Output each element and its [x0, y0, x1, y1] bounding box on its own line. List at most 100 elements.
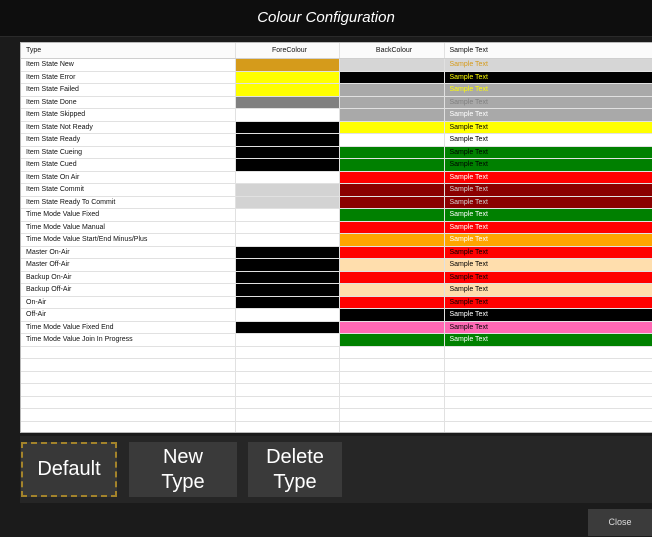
forecolour-swatch[interactable]: [235, 246, 340, 259]
forecolour-swatch[interactable]: [235, 308, 340, 322]
row-type-cell[interactable]: Item State Skipped: [21, 108, 236, 122]
row-type-cell[interactable]: Backup Off-Air: [21, 283, 236, 297]
table-row[interactable]: Item State On Air Sample Text: [21, 171, 652, 184]
row-type-cell[interactable]: Backup On-Air: [21, 271, 236, 284]
forecolour-swatch[interactable]: [235, 196, 340, 209]
forecolour-swatch[interactable]: [235, 271, 340, 284]
row-type-cell[interactable]: Item State Commit: [21, 183, 236, 197]
forecolour-swatch[interactable]: [235, 233, 340, 247]
table-row[interactable]: Item State Done Sample Text: [21, 96, 652, 109]
row-type-cell[interactable]: Item State Ready To Commit: [21, 196, 236, 209]
row-type-cell[interactable]: Item State Cueing: [21, 146, 236, 159]
row-type-cell[interactable]: Off-Air: [21, 308, 236, 322]
close-button[interactable]: Close: [588, 509, 652, 536]
forecolour-swatch[interactable]: [235, 108, 340, 122]
forecolour-swatch[interactable]: [235, 296, 340, 309]
row-type-cell[interactable]: Item State Failed: [21, 83, 236, 97]
column-header-sample-text[interactable]: Sample Text: [444, 43, 652, 59]
row-type-cell[interactable]: Time Mode Value Fixed: [21, 208, 236, 222]
table-row[interactable]: Master Off-Air Sample Text: [21, 258, 652, 272]
backcolour-swatch[interactable]: [339, 83, 445, 97]
table-row[interactable]: Item State Cued Sample Text: [21, 158, 652, 172]
row-type-cell[interactable]: Master Off-Air: [21, 258, 236, 272]
forecolour-swatch[interactable]: [235, 121, 340, 134]
table-row[interactable]: Time Mode Value Start/End Minus/Plus Samp…: [21, 233, 652, 247]
backcolour-swatch[interactable]: [339, 333, 445, 347]
forecolour-swatch[interactable]: [235, 283, 340, 297]
row-type-cell[interactable]: Item State Done: [21, 96, 236, 109]
table-row[interactable]: Time Mode Value Join In Progress Sample T…: [21, 333, 652, 347]
backcolour-swatch[interactable]: [339, 158, 445, 172]
table-row[interactable]: Time Mode Value Fixed Sample Text: [21, 208, 652, 222]
backcolour-swatch[interactable]: [339, 296, 445, 309]
row-type-cell[interactable]: Item State Error: [21, 71, 236, 84]
forecolour-swatch[interactable]: [235, 208, 340, 222]
backcolour-swatch[interactable]: [339, 183, 445, 197]
default-button[interactable]: Default: [21, 442, 117, 497]
backcolour-swatch[interactable]: [339, 221, 445, 234]
forecolour-swatch[interactable]: [235, 83, 340, 97]
row-type-cell[interactable]: Item State Ready: [21, 133, 236, 147]
forecolour-swatch[interactable]: [235, 321, 340, 334]
table-row[interactable]: Item State New Sample Text: [21, 58, 652, 72]
row-type-cell[interactable]: Time Mode Value Manual: [21, 221, 236, 234]
colour-config-grid[interactable]: Type ForeColour BackColour Sample Text I…: [20, 42, 652, 433]
forecolour-swatch[interactable]: [235, 146, 340, 159]
table-row[interactable]: Item State Ready Sample Text: [21, 133, 652, 147]
table-row[interactable]: Time Mode Value Manual Sample Text: [21, 221, 652, 234]
table-row[interactable]: Master On-Air Sample Text: [21, 246, 652, 259]
forecolour-swatch[interactable]: [235, 171, 340, 184]
backcolour-swatch[interactable]: [339, 133, 445, 147]
column-header-type[interactable]: Type: [21, 43, 236, 59]
backcolour-swatch[interactable]: [339, 171, 445, 184]
row-type-cell[interactable]: Time Mode Value Fixed End: [21, 321, 236, 334]
forecolour-swatch[interactable]: [235, 133, 340, 147]
backcolour-swatch[interactable]: [339, 308, 445, 322]
row-type-cell[interactable]: Time Mode Value Join In Progress: [21, 333, 236, 347]
table-row[interactable]: Item State Ready To Commit Sample Text: [21, 196, 652, 209]
backcolour-swatch[interactable]: [339, 108, 445, 122]
forecolour-swatch[interactable]: [235, 58, 340, 72]
backcolour-swatch[interactable]: [339, 121, 445, 134]
backcolour-swatch[interactable]: [339, 321, 445, 334]
table-row[interactable]: On-Air Sample Text: [21, 296, 652, 309]
table-row[interactable]: Item State Skipped Sample Text: [21, 108, 652, 122]
forecolour-swatch[interactable]: [235, 258, 340, 272]
row-type-cell[interactable]: On-Air: [21, 296, 236, 309]
forecolour-swatch[interactable]: [235, 183, 340, 197]
table-row[interactable]: Item State Failed Sample Text: [21, 83, 652, 97]
forecolour-swatch[interactable]: [235, 158, 340, 172]
column-header-forecolour[interactable]: ForeColour: [235, 43, 340, 59]
row-type-cell[interactable]: Item State On Air: [21, 171, 236, 184]
row-type-cell[interactable]: Time Mode Value Start/End Minus/Plus: [21, 233, 236, 247]
backcolour-swatch[interactable]: [339, 258, 445, 272]
backcolour-swatch[interactable]: [339, 271, 445, 284]
row-type-cell[interactable]: Item State Not Ready: [21, 121, 236, 134]
backcolour-swatch[interactable]: [339, 246, 445, 259]
backcolour-swatch[interactable]: [339, 283, 445, 297]
forecolour-swatch[interactable]: [235, 96, 340, 109]
column-header-backcolour[interactable]: BackColour: [339, 43, 445, 59]
delete-type-button[interactable]: Delete Type: [248, 442, 342, 497]
backcolour-swatch[interactable]: [339, 96, 445, 109]
backcolour-swatch[interactable]: [339, 58, 445, 72]
table-row[interactable]: Item State Commit Sample Text: [21, 183, 652, 197]
backcolour-swatch[interactable]: [339, 208, 445, 222]
forecolour-swatch[interactable]: [235, 221, 340, 234]
forecolour-swatch[interactable]: [235, 333, 340, 347]
row-type-cell[interactable]: Item State New: [21, 58, 236, 72]
table-row[interactable]: Item State Not Ready Sample Text: [21, 121, 652, 134]
forecolour-swatch[interactable]: [235, 71, 340, 84]
backcolour-swatch[interactable]: [339, 71, 445, 84]
table-row[interactable]: Item State Error Sample Text: [21, 71, 652, 84]
backcolour-swatch[interactable]: [339, 146, 445, 159]
row-type-cell[interactable]: Item State Cued: [21, 158, 236, 172]
table-row[interactable]: Backup On-Air Sample Text: [21, 271, 652, 284]
table-row[interactable]: Time Mode Value Fixed End Sample Text: [21, 321, 652, 334]
row-type-cell[interactable]: Master On-Air: [21, 246, 236, 259]
table-row[interactable]: Backup Off-Air Sample Text: [21, 283, 652, 297]
backcolour-swatch[interactable]: [339, 233, 445, 247]
new-type-button[interactable]: New Type: [129, 442, 237, 497]
table-row[interactable]: Off-Air Sample Text: [21, 308, 652, 322]
backcolour-swatch[interactable]: [339, 196, 445, 209]
